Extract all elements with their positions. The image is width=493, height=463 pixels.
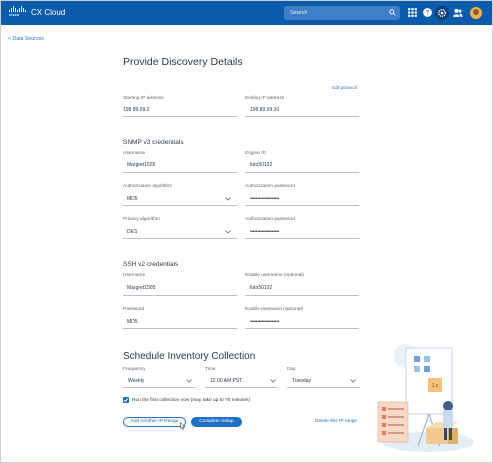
engine-id-underline (245, 172, 359, 173)
cisco-logo[interactable]: cisco (9, 6, 27, 20)
svg-text:1.x: 1.x (432, 383, 439, 389)
back-to-data-sources-link[interactable]: < Data Sources (8, 36, 44, 42)
snmp-username-label: Username (123, 151, 146, 156)
ssh-section-title: SSH v2 credentials (123, 261, 179, 268)
help-icon[interactable]: ? (422, 7, 433, 18)
privacy-algorithm-label: Privacy algorithm (123, 217, 160, 222)
ending-ip-field[interactable]: 198.89.09.10 (250, 107, 279, 113)
cisco-logo-bars (9, 6, 27, 12)
day-underline (287, 387, 360, 388)
delete-ip-range-link[interactable]: Delete this IP range (315, 419, 357, 424)
starting-ip-underline (123, 116, 237, 117)
add-ip-range-button[interactable]: Add Another IP Range (123, 417, 186, 427)
chevron-down-icon[interactable] (225, 197, 231, 201)
app-title: CX Cloud (31, 8, 66, 17)
chevron-down-icon[interactable] (270, 379, 276, 383)
privacy-algorithm-select[interactable]: DES (127, 229, 137, 235)
settings-button[interactable] (435, 6, 449, 20)
auth-password-label: Authorization password (245, 184, 295, 189)
ssh-username-label: Username (123, 273, 146, 278)
privacy-password-underline (245, 238, 359, 239)
search-icon[interactable] (389, 9, 396, 16)
schedule-title: Schedule Inventory Collection (123, 351, 256, 362)
privacy-password-label: Authorization password (245, 217, 295, 222)
logo-text: cisco (9, 13, 20, 17)
time-label: Time (205, 367, 216, 372)
run-now-label: Run the first collection now (may take u… (132, 398, 251, 403)
starting-ip-field[interactable]: 198.89.09.2 (123, 107, 149, 113)
auth-algorithm-underline (123, 205, 237, 206)
snmp-username-field[interactable]: Margret1505 (127, 162, 155, 168)
enable-username-underline (245, 295, 359, 296)
search-placeholder: Search (290, 10, 308, 16)
chevron-down-icon[interactable] (186, 379, 192, 383)
top-bar: cisco CX Cloud Search ? (1, 1, 492, 25)
gear-icon (438, 9, 446, 17)
enable-password-label: Enable password (optional) (245, 307, 304, 312)
snmp-section-title: SNMP v3 credentials (123, 139, 184, 146)
setup-illustration: 1.x (377, 344, 474, 452)
chevron-down-icon[interactable] (350, 379, 356, 383)
starting-ip-label: Starting IP address (123, 96, 164, 101)
edit-protocol-link[interactable]: Edit protocol (332, 85, 357, 90)
ssh-username-field[interactable]: Margret1505 (127, 285, 155, 291)
complete-setup-button[interactable]: Complete Setup (191, 417, 242, 427)
engine-id-field[interactable]: futo50102 (250, 162, 272, 168)
frequency-select[interactable]: Weekly (128, 378, 144, 384)
enable-username-label: Enable username (optional) (245, 273, 304, 278)
snmp-username-underline (123, 172, 237, 173)
day-select[interactable]: Tuesday (292, 378, 311, 384)
enable-password-underline (245, 328, 359, 329)
ending-ip-underline (245, 116, 359, 117)
users-icon[interactable] (452, 7, 463, 18)
apps-grid-icon[interactable] (407, 7, 418, 18)
ending-ip-label: Ending IP address (245, 96, 285, 101)
user-avatar[interactable] (470, 7, 482, 19)
frequency-label: Frequency (123, 367, 146, 372)
mouse-cursor-icon (180, 422, 186, 430)
ssh-password-underline (123, 328, 237, 329)
privacy-password-field[interactable]: •••••••••••••••••••• (250, 229, 279, 235)
auth-algorithm-select[interactable]: MD5 (127, 196, 138, 202)
svg-text:?: ? (426, 10, 430, 17)
enable-password-field[interactable]: •••••••••••••••••••• (250, 319, 279, 325)
auth-algorithm-label: Authorization algorithm (123, 184, 173, 189)
frequency-underline (123, 387, 196, 388)
auth-password-underline (245, 205, 359, 206)
auth-password-field[interactable]: •••••••••••••••••••• (250, 196, 279, 202)
run-now-checkbox[interactable] (123, 397, 129, 403)
chevron-down-icon[interactable] (225, 230, 231, 234)
engine-id-label: Engine ID (245, 151, 267, 156)
time-underline (205, 387, 278, 388)
day-label: Day (287, 367, 296, 372)
ssh-password-field[interactable]: MD5 (127, 319, 138, 325)
enable-username-field[interactable]: futo50102 (250, 285, 272, 291)
checkmark-icon (123, 398, 129, 402)
ssh-password-label: Password (123, 307, 145, 312)
ssh-username-underline (123, 295, 237, 296)
search-input[interactable]: Search (284, 6, 400, 20)
privacy-algorithm-underline (123, 238, 237, 239)
page-title: Provide Discovery Details (123, 56, 243, 68)
time-select[interactable]: 12:00 AM PST (210, 378, 242, 384)
